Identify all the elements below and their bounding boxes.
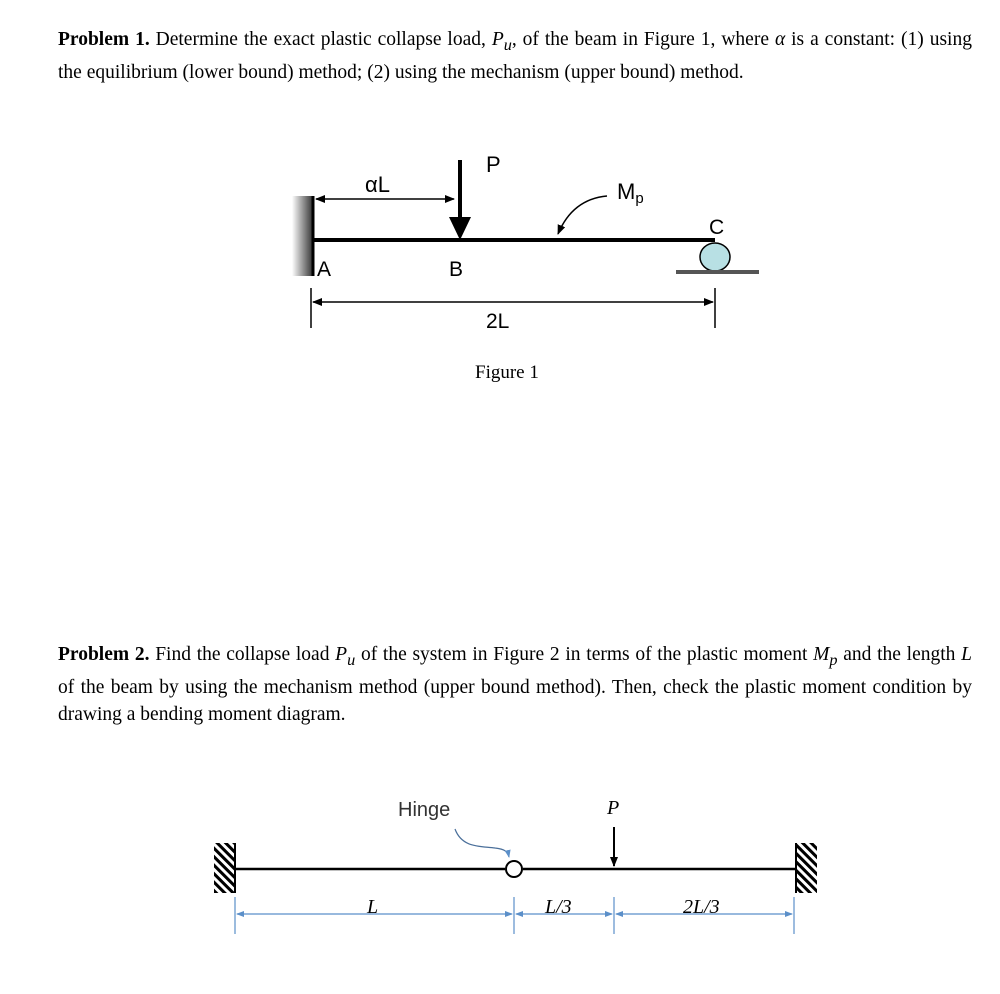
roller-support-c [699,242,731,272]
load-label: P [606,797,619,819]
hinge-label: Hinge [398,799,450,821]
alpha-l-label: αL [365,172,390,197]
dim-2l3-label: 2L/3 [683,896,720,918]
fixed-support-right [797,843,817,893]
figure-2: Hinge P L L/3 2L/3 [214,797,817,934]
span-label: 2L [486,310,509,333]
figure-1: αL P Mp A B C 2L Figure 1 [292,152,759,383]
load-label: P [486,152,501,177]
moment-arrow [557,195,608,235]
figure-1-caption: Figure 1 [475,362,539,383]
moment-label: Mp [617,179,644,207]
dim-l-label: L [366,896,378,918]
fixed-support-a [292,196,313,276]
figures: αL P Mp A B C 2L Figure 1 Hinge P L L/3 [214,152,817,934]
point-b-label: B [449,258,463,281]
fixed-support-left [214,843,234,893]
point-a-label: A [317,258,331,281]
hinge [505,860,523,878]
hinge-pointer [454,828,511,858]
point-c-label: C [709,216,724,239]
dim-l3-label: L/3 [544,896,572,918]
